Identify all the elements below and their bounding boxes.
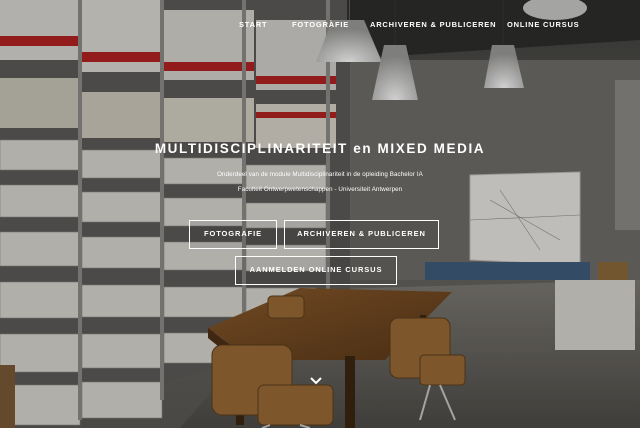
- hero-section: START FOTOGRAFIE ARCHIVEREN & PUBLICEREN…: [0, 0, 640, 428]
- nav-item-archiveren-publiceren[interactable]: ARCHIVEREN & PUBLICEREN: [370, 20, 496, 29]
- hero-title: MULTIDISCIPLINARITEIT en MIXED MEDIA: [154, 141, 486, 156]
- hero-subtitle-line1: Onderdeel van de module Multidisciplinar…: [217, 171, 423, 178]
- chevron-down-icon[interactable]: [309, 375, 323, 387]
- nav-item-start[interactable]: START: [239, 20, 267, 29]
- aanmelden-online-cursus-button[interactable]: AANMELDEN ONLINE CURSUS: [235, 256, 397, 285]
- main-nav: START FOTOGRAFIE ARCHIVEREN & PUBLICEREN…: [0, 20, 640, 34]
- fotografie-button[interactable]: FOTOGRAFIE: [189, 220, 277, 249]
- archiveren-publiceren-button[interactable]: ARCHIVEREN & PUBLICEREN: [284, 220, 439, 249]
- hero-subtitle-line2: Faculteit Ontwerpwetenschappen - Univers…: [237, 186, 403, 193]
- background-overlay: [0, 0, 640, 428]
- nav-item-online-cursus[interactable]: ONLINE CURSUS: [507, 20, 580, 29]
- nav-item-fotografie[interactable]: FOTOGRAFIE: [292, 20, 349, 29]
